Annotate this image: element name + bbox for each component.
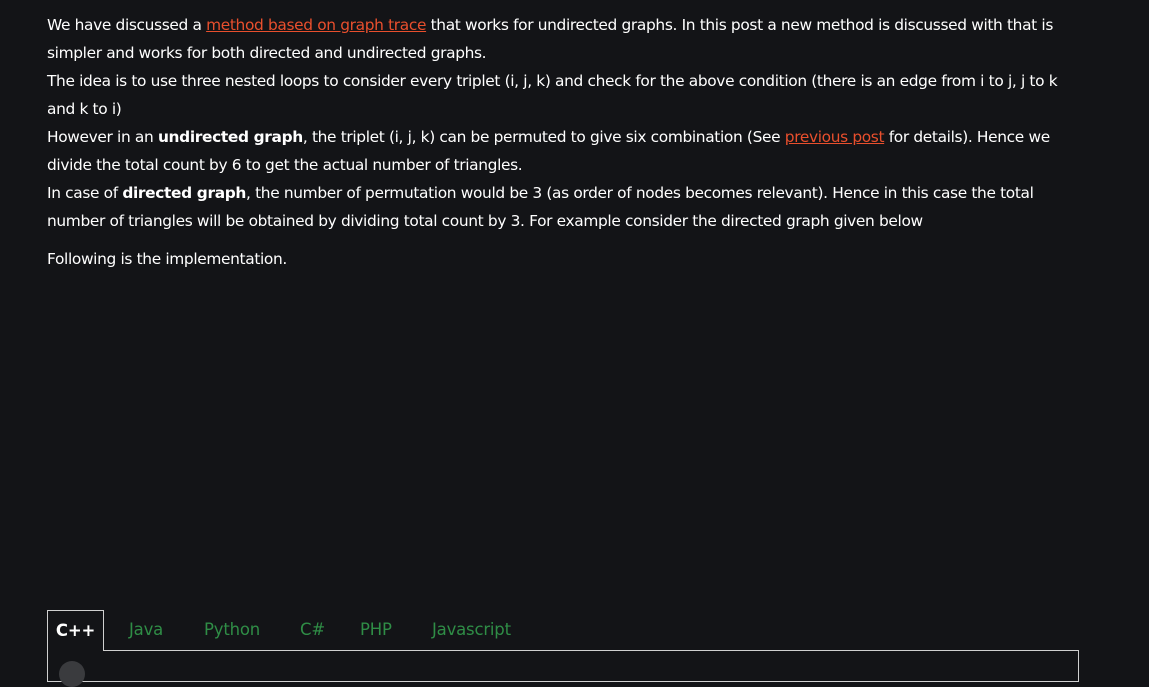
undirected-text-middle: , the triplet (i, j, k) can be permuted …	[302, 128, 785, 146]
paragraph-directed: In case of directed graph, the number of…	[47, 179, 1087, 235]
paragraph-idea: The idea is to use three nested loops to…	[47, 72, 1058, 118]
intro-text-start: We have discussed a	[47, 16, 207, 34]
undirected-graph-bold: undirected graph	[157, 128, 303, 146]
tab-csharp[interactable]: C#	[300, 610, 325, 650]
code-language-tabs: C++ Java Python C# PHP Javascript	[47, 610, 1079, 651]
undirected-text-start: However in an	[47, 128, 158, 146]
previous-post-link[interactable]: previous post	[785, 128, 885, 146]
paragraph-intro: We have discussed a method based on grap…	[47, 11, 1087, 67]
tab-java[interactable]: Java	[129, 610, 163, 650]
tab-cpp[interactable]: C++	[47, 610, 104, 651]
directed-graph-bold: directed graph	[122, 184, 247, 202]
code-panel	[47, 650, 1079, 687]
paragraph-undirected: However in an undirected graph, the trip…	[47, 123, 1087, 179]
directed-text-start: In case of	[47, 184, 123, 202]
paragraph-implementation: Following is the implementation.	[47, 250, 287, 268]
graph-trace-link[interactable]: method based on graph trace	[206, 16, 426, 34]
article-body: We have discussed a method based on grap…	[47, 11, 1087, 273]
tab-php[interactable]: PHP	[360, 610, 392, 650]
code-panel-icon	[59, 661, 85, 687]
tab-python[interactable]: Python	[204, 610, 260, 650]
tab-javascript[interactable]: Javascript	[432, 610, 511, 650]
